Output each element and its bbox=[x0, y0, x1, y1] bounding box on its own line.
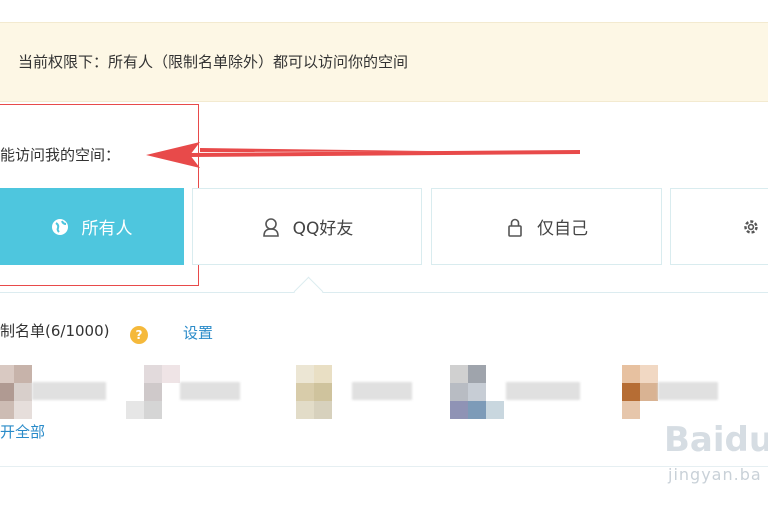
blocked-user-avatar[interactable] bbox=[604, 365, 658, 419]
block-list-label: 制名单(6/1000) bbox=[0, 322, 110, 340]
blocked-user-avatar[interactable] bbox=[126, 365, 180, 419]
baidu-watermark: Baidu bbox=[664, 420, 768, 460]
watermark-site: jingyan.ba bbox=[668, 465, 762, 484]
option-only-me[interactable]: 仅自己 bbox=[431, 188, 662, 265]
blocked-user-name bbox=[658, 382, 718, 400]
panel-divider bbox=[0, 292, 768, 293]
option-everyone[interactable]: 所有人 bbox=[0, 188, 184, 265]
option-qq-friends[interactable]: QQ好友 bbox=[192, 188, 422, 265]
blocked-user-avatar[interactable] bbox=[450, 365, 504, 419]
gear-icon bbox=[741, 217, 761, 237]
option-everyone-label: 所有人 bbox=[81, 219, 133, 239]
option-qq-friends-label: QQ好友 bbox=[292, 219, 354, 239]
blocked-user-name bbox=[506, 382, 580, 400]
globe-icon bbox=[50, 217, 70, 237]
option-custom[interactable] bbox=[670, 188, 768, 265]
user-icon bbox=[261, 217, 281, 237]
blocked-user-name bbox=[180, 382, 240, 400]
blocked-user-name bbox=[32, 382, 106, 400]
section-divider bbox=[0, 466, 768, 467]
lock-icon bbox=[505, 217, 525, 237]
block-list-settings-link[interactable]: 设置 bbox=[183, 322, 213, 343]
expand-all-link[interactable]: 开全部 bbox=[0, 421, 45, 442]
blocked-user-name bbox=[352, 382, 412, 400]
help-icon[interactable]: ? bbox=[130, 326, 148, 344]
option-only-me-label: 仅自己 bbox=[537, 219, 588, 239]
blocked-user-avatar[interactable] bbox=[296, 365, 350, 419]
